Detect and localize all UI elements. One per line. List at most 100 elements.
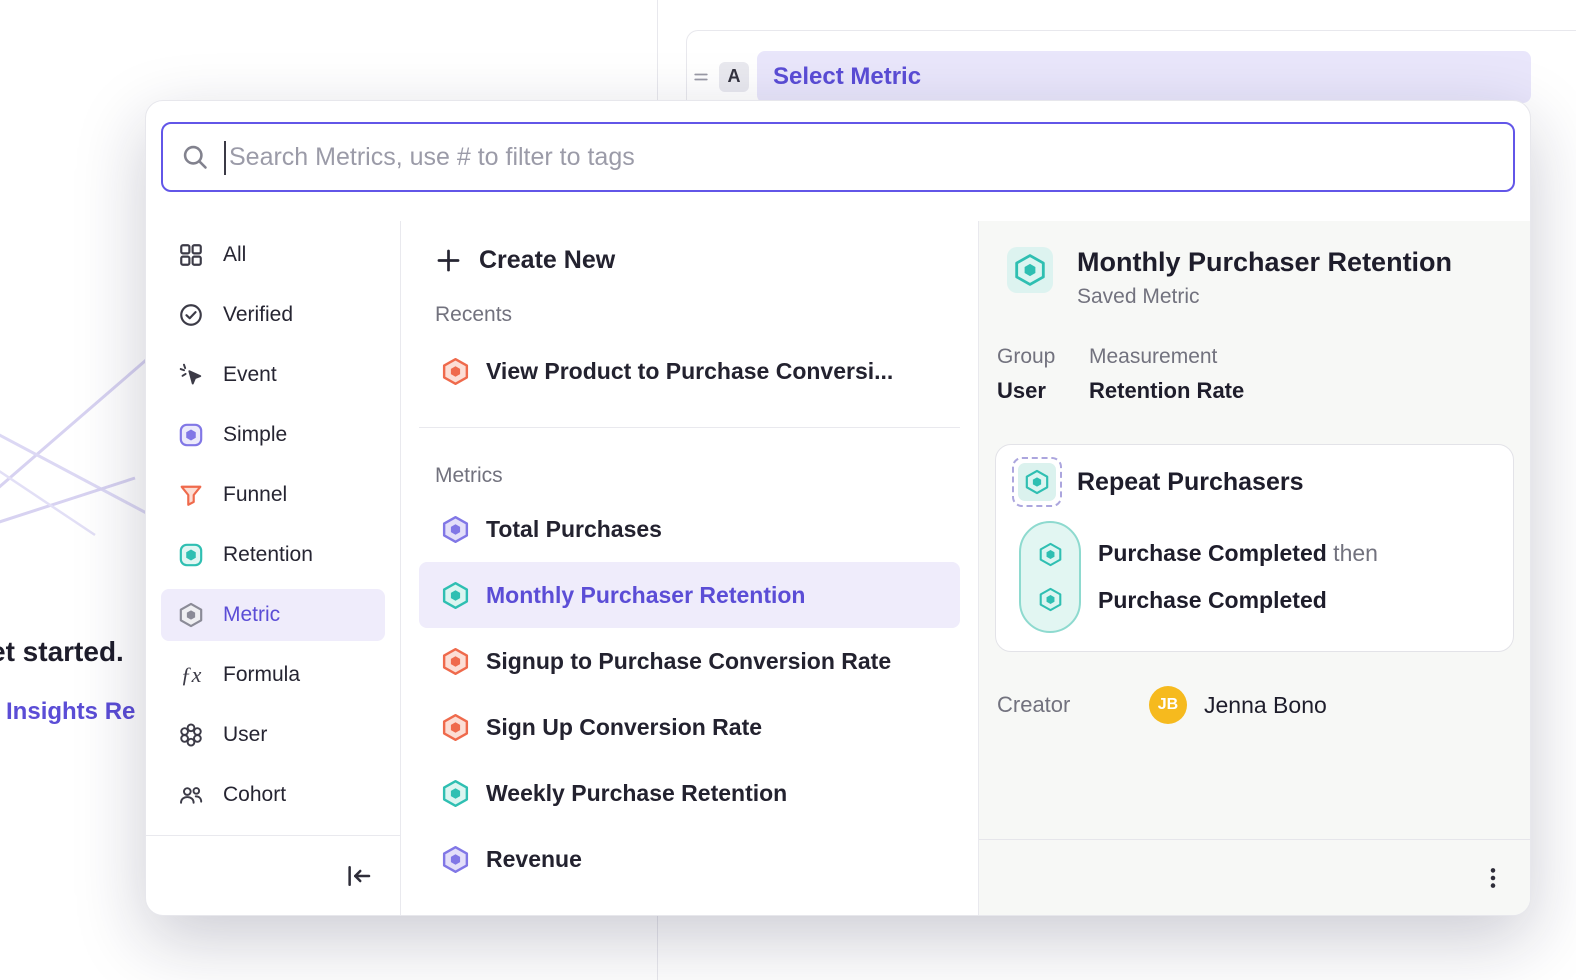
- sidebar-item-verified[interactable]: Verified: [161, 289, 385, 341]
- step-2-event: Purchase Completed: [1098, 587, 1327, 613]
- metric-definition-card: Repeat Purchasers Purchase Completed the…: [995, 444, 1514, 652]
- list-item-sign-up-conversion-rate[interactable]: Sign Up Conversion Rate: [419, 694, 960, 760]
- retention-icon: [178, 542, 204, 568]
- sidebar-item-event[interactable]: Event: [161, 349, 385, 401]
- background-link-partial[interactable]: e Insights Re: [0, 698, 135, 726]
- definition-steps: Purchase Completed then Purchase Complet…: [1019, 521, 1497, 633]
- metric-list-column: Create New Recents View Product to Purch…: [401, 221, 979, 915]
- sidebar-item-all[interactable]: All: [161, 229, 385, 281]
- sidebar-item-cohort[interactable]: Cohort: [161, 769, 385, 821]
- step-1: Purchase Completed then: [1098, 540, 1378, 567]
- list-item-revenue[interactable]: Revenue: [419, 826, 960, 892]
- metrics-list: Total Purchases Monthly Purchaser Retent…: [419, 496, 960, 892]
- sidebar-item-label: Metric: [223, 603, 280, 627]
- simple-metric-icon: [178, 422, 204, 448]
- metric-subtitle: Saved Metric: [1077, 285, 1452, 309]
- filter-nav: All Verified Event Simple Funnel: [146, 221, 400, 835]
- step-hexagon-icon: [1038, 587, 1063, 612]
- funnel-icon: [178, 482, 204, 508]
- creator-name: Jenna Bono: [1204, 692, 1327, 719]
- sidebar-item-label: Simple: [223, 423, 287, 447]
- list-item-label: View Product to Purchase Conversi...: [486, 358, 893, 385]
- detail-header: Monthly Purchaser Retention Saved Metric: [995, 247, 1514, 309]
- measurement-label: Measurement: [1089, 345, 1244, 369]
- search-box[interactable]: [161, 122, 1515, 192]
- step-2: Purchase Completed: [1098, 587, 1378, 614]
- formula-icon: ƒx: [178, 662, 204, 688]
- definition-title: Repeat Purchasers: [1077, 468, 1304, 497]
- measurement-value: Retention Rate: [1089, 378, 1244, 404]
- list-item-label: Weekly Purchase Retention: [486, 780, 787, 807]
- metric-type-icon-container: [1007, 247, 1053, 293]
- sidebar-item-label: Retention: [223, 543, 313, 567]
- detail-body: Monthly Purchaser Retention Saved Metric…: [979, 221, 1530, 839]
- kebab-menu-icon[interactable]: [1480, 865, 1506, 891]
- list-item-label: Signup to Purchase Conversion Rate: [486, 648, 891, 675]
- search-icon: [181, 143, 209, 171]
- search-area: [146, 101, 1530, 221]
- teal-hexagon-icon: [441, 779, 470, 808]
- text-caret: [224, 141, 226, 175]
- user-flower-icon: [178, 722, 204, 748]
- orange-hexagon-icon: [441, 647, 470, 676]
- sidebar-item-label: Cohort: [223, 783, 286, 807]
- list-divider: [419, 427, 960, 428]
- dashed-icon-box: [1012, 457, 1062, 507]
- meta-group-column: Group User: [997, 345, 1065, 404]
- detail-header-text: Monthly Purchaser Retention Saved Metric: [1077, 247, 1452, 309]
- creator-row: Creator JB Jenna Bono: [995, 686, 1514, 724]
- sidebar-item-label: Funnel: [223, 483, 287, 507]
- teal-hexagon-icon: [441, 581, 470, 610]
- sidebar-item-funnel[interactable]: Funnel: [161, 469, 385, 521]
- sidebar-item-label: Event: [223, 363, 277, 387]
- sidebar-item-label: All: [223, 243, 246, 267]
- filter-sidebar: All Verified Event Simple Funnel: [146, 221, 401, 915]
- sidebar-item-label: User: [223, 723, 267, 747]
- modal-content: All Verified Event Simple Funnel: [146, 221, 1530, 915]
- list-item-recent[interactable]: View Product to Purchase Conversi...: [419, 339, 960, 403]
- detail-footer: [979, 839, 1530, 915]
- metric-title: Monthly Purchaser Retention: [1077, 247, 1452, 278]
- list-item-signup-to-purchase-conversion-rate[interactable]: Signup to Purchase Conversion Rate: [419, 628, 960, 694]
- list-item-weekly-purchase-retention[interactable]: Weekly Purchase Retention: [419, 760, 960, 826]
- step-connector: then: [1327, 540, 1378, 566]
- cursor-click-icon: [178, 362, 204, 388]
- definition-card-header: Repeat Purchasers: [1012, 457, 1497, 507]
- collapse-sidebar-icon[interactable]: [344, 861, 374, 891]
- series-letter-badge[interactable]: A: [719, 62, 749, 92]
- sidebar-footer: [146, 835, 400, 915]
- sidebar-item-simple[interactable]: Simple: [161, 409, 385, 461]
- list-item-label: Monthly Purchaser Retention: [486, 582, 805, 609]
- metrics-header: Metrics: [419, 464, 960, 488]
- orange-hexagon-icon: [441, 357, 470, 386]
- list-item-label: Revenue: [486, 846, 582, 873]
- sidebar-item-retention[interactable]: Retention: [161, 529, 385, 581]
- sidebar-item-user[interactable]: User: [161, 709, 385, 761]
- search-input[interactable]: [229, 143, 1495, 172]
- grid-icon: [178, 242, 204, 268]
- select-metric-button[interactable]: Select Metric: [757, 51, 1531, 103]
- plus-icon: [435, 247, 462, 274]
- sidebar-item-formula[interactable]: ƒx Formula: [161, 649, 385, 701]
- purple-hexagon-icon: [441, 515, 470, 544]
- purple-hexagon-icon: [441, 845, 470, 874]
- list-item-total-purchases[interactable]: Total Purchases: [419, 496, 960, 562]
- sidebar-item-label: Verified: [223, 303, 293, 327]
- sidebar-item-metric[interactable]: Metric: [161, 589, 385, 641]
- create-new-button[interactable]: Create New: [419, 233, 960, 287]
- teal-hexagon-icon: [1013, 253, 1047, 287]
- orange-hexagon-icon: [441, 713, 470, 742]
- group-value: User: [997, 378, 1065, 404]
- drag-handle-icon[interactable]: [691, 67, 711, 87]
- verified-badge-icon: [178, 302, 204, 328]
- step-1-event: Purchase Completed: [1098, 540, 1327, 566]
- creator-avatar: JB: [1149, 686, 1187, 724]
- list-item-label: Total Purchases: [486, 516, 662, 543]
- cohort-people-icon: [178, 782, 204, 808]
- list-item-label: Sign Up Conversion Rate: [486, 714, 762, 741]
- group-label: Group: [997, 345, 1065, 369]
- creator-label: Creator: [997, 692, 1149, 718]
- list-item-monthly-purchaser-retention[interactable]: Monthly Purchaser Retention: [419, 562, 960, 628]
- metric-detail-panel: Monthly Purchaser Retention Saved Metric…: [979, 221, 1530, 915]
- step-hexagon-icon: [1038, 542, 1063, 567]
